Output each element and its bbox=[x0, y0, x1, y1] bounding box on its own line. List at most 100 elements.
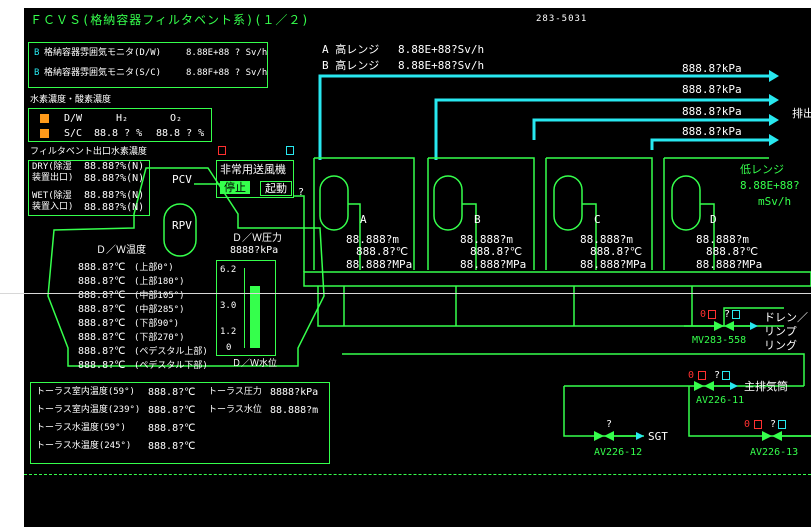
low-range-label: 低レンジ bbox=[740, 163, 784, 176]
rpv-label: RPV bbox=[172, 219, 192, 232]
dw-pressure-value: 8888?kPa bbox=[230, 245, 279, 256]
monitor-dw-value: 8.88E+88 ? Sv/h bbox=[186, 48, 268, 58]
vessel-a-shape bbox=[319, 175, 349, 231]
mv-name[interactable]: MV283-558 bbox=[692, 336, 746, 346]
monitor-sc-prefix: B bbox=[34, 68, 40, 78]
av11-status-indicator bbox=[722, 371, 730, 380]
arrow-2 bbox=[769, 94, 779, 106]
dw-temp-location: (下部90°) bbox=[134, 319, 180, 329]
torus-label-2: トーラス水位 bbox=[208, 405, 262, 415]
mv-dest-3: リング bbox=[764, 339, 797, 352]
vessel-level: 88.888?m bbox=[346, 233, 399, 246]
av11-open-flag: 0 bbox=[688, 370, 695, 381]
level-tick-1: 6.2 bbox=[220, 265, 237, 275]
av12-unknown: ? bbox=[606, 419, 613, 430]
arrow-3 bbox=[769, 114, 779, 126]
av13-open-flag: 0 bbox=[744, 419, 751, 430]
vessel-name: B bbox=[474, 213, 481, 226]
vessel-pressure: 88.888?MPa bbox=[696, 258, 763, 271]
vessel-b-shape bbox=[433, 175, 463, 231]
low-range-unit: mSv/h bbox=[758, 195, 792, 208]
screen-code: 283-5031 bbox=[536, 14, 588, 24]
torus-label: トーラス水温度(245°) bbox=[36, 441, 132, 451]
h2-header: H₂ bbox=[116, 113, 129, 124]
screen: ＦＣＶＳ(格納容器フィルタベント系)(１／２) 283-5031 B 格納容器雰… bbox=[0, 0, 811, 527]
torus-value-2: 8888?kPa bbox=[270, 387, 319, 398]
blower-alarm-indicator bbox=[218, 146, 226, 155]
wet-label-1: WET(除湿 bbox=[32, 191, 72, 201]
dry-label-2: 装置出口) bbox=[32, 173, 74, 183]
vessel-d-shape bbox=[671, 175, 701, 231]
torus-value: 888.8?℃ bbox=[148, 423, 196, 434]
h2-dw-label: D/W bbox=[64, 113, 83, 124]
torus-label: トーラス室内温度(59°) bbox=[36, 387, 135, 397]
mv-dest-1: ドレン／ bbox=[764, 311, 808, 324]
monitor-sc-label: 格納容器雰囲気モニタ(S/C) bbox=[44, 68, 162, 78]
av13-unknown: ? bbox=[770, 419, 777, 430]
dw-level-title: Ｄ／Ｗ水位 bbox=[232, 359, 278, 369]
level-tick-3: 1.2 bbox=[220, 327, 237, 337]
torus-label-2: トーラス圧力 bbox=[208, 387, 262, 397]
dw-temp-value: 888.8?℃ bbox=[78, 276, 126, 287]
dw-temp-location: (ペデスタル下部) bbox=[134, 361, 208, 371]
mv-status-indicator bbox=[732, 310, 740, 319]
dw-temp-value: 888.8?℃ bbox=[78, 346, 126, 357]
dw-temp-value: 888.8?℃ bbox=[78, 332, 126, 343]
monitor-b-value: 8.88E+88?Sv/h bbox=[398, 59, 485, 72]
exhaust-line-4 bbox=[650, 138, 769, 150]
arrow-1 bbox=[769, 70, 779, 82]
scan-line bbox=[0, 293, 811, 294]
low-range-value: 8.88E+88? bbox=[740, 179, 800, 192]
dw-temp-location: (下部270°) bbox=[134, 333, 185, 343]
dw-level-axis bbox=[244, 268, 245, 348]
valve-av226-12 bbox=[594, 431, 604, 441]
dw-temp-value: 888.8?℃ bbox=[78, 304, 126, 315]
blower-start-button[interactable]: 起動 bbox=[260, 181, 292, 196]
filter-outlet-title: フィルタベント出口水素濃度 bbox=[30, 147, 147, 157]
dw-temp-value: 888.8?℃ bbox=[78, 360, 126, 371]
vessel-name: D bbox=[710, 213, 717, 226]
wet-label-2: 装置入口) bbox=[32, 202, 74, 212]
dw-level-bar bbox=[250, 286, 260, 348]
vessel-level: 88.888?m bbox=[696, 233, 749, 246]
monitor-b-label: B 高レンジ bbox=[322, 59, 380, 72]
bottom-divider bbox=[24, 474, 811, 475]
av13-alarm-indicator bbox=[754, 420, 762, 429]
vessel-name: C bbox=[594, 213, 601, 226]
torus-value: 888.8?℃ bbox=[148, 387, 196, 398]
blower-title: 非常用送風機 bbox=[220, 163, 286, 176]
vessel-level: 88.888?m bbox=[580, 233, 633, 246]
valve-mv283-558 bbox=[714, 321, 724, 331]
vessel-temp: 888.8?℃ bbox=[590, 245, 643, 258]
av12-name[interactable]: AV226-12 bbox=[594, 448, 642, 458]
blower-status-indicator bbox=[286, 146, 294, 155]
exhaust-label: 排出 bbox=[792, 107, 811, 120]
mv-alarm-indicator bbox=[708, 310, 716, 319]
av12-dest: SGT bbox=[648, 430, 668, 443]
monitor-sc-value: 8.88F+88 ? Sv/h bbox=[186, 68, 268, 78]
monitor-a-label: A 高レンジ bbox=[322, 43, 380, 56]
torus-value-2: 88.888?m bbox=[270, 405, 319, 416]
dw-temp-location: (ペデスタル上部) bbox=[134, 347, 208, 357]
fcvs-panel: ＦＣＶＳ(格納容器フィルタベント系)(１／２) 283-5031 B 格納容器雰… bbox=[24, 8, 811, 527]
filter-value-4: 88.88?%(N) bbox=[84, 202, 145, 213]
dw-temp-title: Ｄ／Ｗ温度 bbox=[96, 245, 146, 256]
av11-name[interactable]: AV226-11 bbox=[696, 396, 744, 406]
hydrogen-title: 水素濃度・酸素濃度 bbox=[30, 95, 112, 105]
vessel-name: A bbox=[360, 213, 367, 226]
torus-label: トーラス水温度(59°) bbox=[36, 423, 126, 433]
exhaust-pressure: 888.8?kPa bbox=[682, 105, 742, 118]
av13-status-indicator bbox=[778, 420, 786, 429]
vessel-pressure: 88.888?MPa bbox=[346, 258, 413, 271]
blower-stop-button[interactable]: 停止 bbox=[220, 181, 250, 194]
valve-av226-11 bbox=[694, 381, 704, 391]
av11-unknown: ? bbox=[714, 370, 721, 381]
dw-temp-location: (上部0°) bbox=[134, 263, 174, 273]
av13-name[interactable]: AV226-13 bbox=[750, 448, 798, 458]
av11-alarm-indicator bbox=[698, 371, 706, 380]
dw-temp-location: (中部285°) bbox=[134, 305, 185, 315]
dw-temp-location: (上部180°) bbox=[134, 277, 185, 287]
vessel-temp: 888.8?℃ bbox=[356, 245, 409, 258]
mv-open-flag: 0 bbox=[700, 309, 707, 320]
vessel-level: 88.888?m bbox=[460, 233, 513, 246]
